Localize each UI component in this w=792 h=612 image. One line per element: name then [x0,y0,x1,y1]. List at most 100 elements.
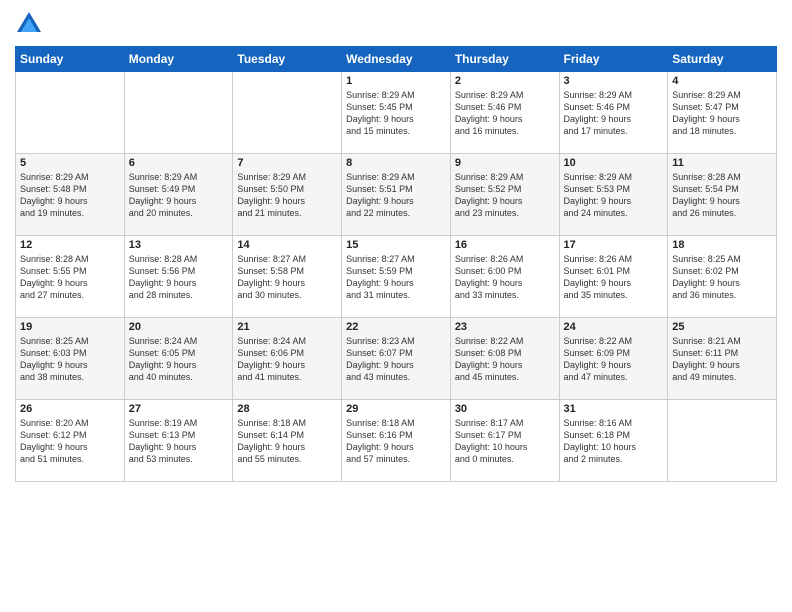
calendar-cell: 12 Sunrise: 8:28 AM Sunset: 5:55 PM Dayli… [16,236,125,318]
day-number: 17 [564,239,664,251]
day-info: Sunrise: 8:28 AM Sunset: 5:56 PM Dayligh… [129,253,229,302]
day-info: Sunrise: 8:22 AM Sunset: 6:08 PM Dayligh… [455,335,555,384]
day-number: 27 [129,403,229,415]
calendar-table: SundayMondayTuesdayWednesdayThursdayFrid… [15,46,777,482]
day-number: 30 [455,403,555,415]
calendar-cell: 30 Sunrise: 8:17 AM Sunset: 6:17 PM Dayli… [450,400,559,482]
day-info: Sunrise: 8:18 AM Sunset: 6:16 PM Dayligh… [346,417,446,466]
day-info: Sunrise: 8:29 AM Sunset: 5:53 PM Dayligh… [564,171,664,220]
day-info: Sunrise: 8:26 AM Sunset: 6:00 PM Dayligh… [455,253,555,302]
page: SundayMondayTuesdayWednesdayThursdayFrid… [0,0,792,612]
calendar-cell: 9 Sunrise: 8:29 AM Sunset: 5:52 PM Daylig… [450,154,559,236]
day-info: Sunrise: 8:19 AM Sunset: 6:13 PM Dayligh… [129,417,229,466]
day-info: Sunrise: 8:28 AM Sunset: 5:54 PM Dayligh… [672,171,772,220]
calendar-cell: 3Sunrise: 8:29 AM Sunset: 5:46 PM Daylig… [559,72,668,154]
day-number: 26 [20,403,120,415]
day-number: 6 [129,157,229,169]
calendar-cell: 14 Sunrise: 8:27 AM Sunset: 5:58 PM Dayli… [233,236,342,318]
day-number: 2 [455,75,555,87]
calendar-cell: 29 Sunrise: 8:18 AM Sunset: 6:16 PM Dayli… [342,400,451,482]
day-number: 31 [564,403,664,415]
logo [15,10,47,38]
calendar-cell: 5 Sunrise: 8:29 AM Sunset: 5:48 PM Daylig… [16,154,125,236]
calendar-cell: 24 Sunrise: 8:22 AM Sunset: 6:09 PM Dayli… [559,318,668,400]
day-number: 4 [672,75,772,87]
day-number: 18 [672,239,772,251]
calendar-cell: 11 Sunrise: 8:28 AM Sunset: 5:54 PM Dayli… [668,154,777,236]
header [15,10,777,38]
day-info: Sunrise: 8:21 AM Sunset: 6:11 PM Dayligh… [672,335,772,384]
day-number: 12 [20,239,120,251]
calendar-week-3: 12 Sunrise: 8:28 AM Sunset: 5:55 PM Dayli… [16,236,777,318]
day-number: 10 [564,157,664,169]
day-info: Sunrise: 8:25 AM Sunset: 6:03 PM Dayligh… [20,335,120,384]
day-number: 20 [129,321,229,333]
day-number: 7 [237,157,337,169]
calendar-cell: 26 Sunrise: 8:20 AM Sunset: 6:12 PM Dayli… [16,400,125,482]
weekday-header-thursday: Thursday [450,47,559,72]
calendar-week-5: 26 Sunrise: 8:20 AM Sunset: 6:12 PM Dayli… [16,400,777,482]
calendar-week-2: 5 Sunrise: 8:29 AM Sunset: 5:48 PM Daylig… [16,154,777,236]
weekday-header-tuesday: Tuesday [233,47,342,72]
calendar-cell: 19 Sunrise: 8:25 AM Sunset: 6:03 PM Dayli… [16,318,125,400]
day-number: 23 [455,321,555,333]
calendar-cell: 10 Sunrise: 8:29 AM Sunset: 5:53 PM Dayli… [559,154,668,236]
calendar-cell: 23 Sunrise: 8:22 AM Sunset: 6:08 PM Dayli… [450,318,559,400]
weekday-header-friday: Friday [559,47,668,72]
calendar-cell [668,400,777,482]
weekday-header-saturday: Saturday [668,47,777,72]
calendar-cell: 2 Sunrise: 8:29 AM Sunset: 5:46 PM Daylig… [450,72,559,154]
day-info: Sunrise: 8:17 AM Sunset: 6:17 PM Dayligh… [455,417,555,466]
calendar-body: 1Sunrise: 8:29 AM Sunset: 5:45 PM Daylig… [16,72,777,482]
day-info: Sunrise: 8:24 AM Sunset: 6:06 PM Dayligh… [237,335,337,384]
day-number: 11 [672,157,772,169]
calendar-cell [16,72,125,154]
calendar-cell: 4 Sunrise: 8:29 AM Sunset: 5:47 PM Daylig… [668,72,777,154]
day-info: Sunrise: 8:27 AM Sunset: 5:58 PM Dayligh… [237,253,337,302]
day-number: 3 [564,75,664,87]
day-number: 19 [20,321,120,333]
calendar-week-1: 1Sunrise: 8:29 AM Sunset: 5:45 PM Daylig… [16,72,777,154]
day-info: Sunrise: 8:29 AM Sunset: 5:52 PM Dayligh… [455,171,555,220]
day-number: 25 [672,321,772,333]
day-info: Sunrise: 8:16 AM Sunset: 6:18 PM Dayligh… [564,417,664,466]
day-info: Sunrise: 8:29 AM Sunset: 5:45 PM Dayligh… [346,89,446,138]
calendar-cell [233,72,342,154]
day-number: 14 [237,239,337,251]
calendar-cell: 22 Sunrise: 8:23 AM Sunset: 6:07 PM Dayli… [342,318,451,400]
day-number: 9 [455,157,555,169]
day-number: 21 [237,321,337,333]
day-info: Sunrise: 8:22 AM Sunset: 6:09 PM Dayligh… [564,335,664,384]
calendar-cell [124,72,233,154]
day-number: 16 [455,239,555,251]
day-info: Sunrise: 8:18 AM Sunset: 6:14 PM Dayligh… [237,417,337,466]
day-info: Sunrise: 8:28 AM Sunset: 5:55 PM Dayligh… [20,253,120,302]
day-info: Sunrise: 8:29 AM Sunset: 5:48 PM Dayligh… [20,171,120,220]
day-number: 24 [564,321,664,333]
calendar-cell: 20 Sunrise: 8:24 AM Sunset: 6:05 PM Dayli… [124,318,233,400]
calendar-cell: 27 Sunrise: 8:19 AM Sunset: 6:13 PM Dayli… [124,400,233,482]
day-info: Sunrise: 8:26 AM Sunset: 6:01 PM Dayligh… [564,253,664,302]
day-number: 22 [346,321,446,333]
weekday-header-monday: Monday [124,47,233,72]
day-info: Sunrise: 8:24 AM Sunset: 6:05 PM Dayligh… [129,335,229,384]
day-info: Sunrise: 8:29 AM Sunset: 5:46 PM Dayligh… [455,89,555,138]
day-number: 5 [20,157,120,169]
calendar-cell: 13Sunrise: 8:28 AM Sunset: 5:56 PM Dayli… [124,236,233,318]
day-info: Sunrise: 8:29 AM Sunset: 5:47 PM Dayligh… [672,89,772,138]
logo-icon [15,10,43,38]
calendar-cell: 25 Sunrise: 8:21 AM Sunset: 6:11 PM Dayli… [668,318,777,400]
calendar-header: SundayMondayTuesdayWednesdayThursdayFrid… [16,47,777,72]
calendar-cell: 31 Sunrise: 8:16 AM Sunset: 6:18 PM Dayli… [559,400,668,482]
weekday-row: SundayMondayTuesdayWednesdayThursdayFrid… [16,47,777,72]
weekday-header-wednesday: Wednesday [342,47,451,72]
calendar-cell: 8 Sunrise: 8:29 AM Sunset: 5:51 PM Daylig… [342,154,451,236]
day-info: Sunrise: 8:29 AM Sunset: 5:51 PM Dayligh… [346,171,446,220]
calendar-cell: 6Sunrise: 8:29 AM Sunset: 5:49 PM Daylig… [124,154,233,236]
day-info: Sunrise: 8:23 AM Sunset: 6:07 PM Dayligh… [346,335,446,384]
day-info: Sunrise: 8:25 AM Sunset: 6:02 PM Dayligh… [672,253,772,302]
calendar-cell: 17 Sunrise: 8:26 AM Sunset: 6:01 PM Dayli… [559,236,668,318]
day-number: 29 [346,403,446,415]
day-info: Sunrise: 8:20 AM Sunset: 6:12 PM Dayligh… [20,417,120,466]
day-number: 8 [346,157,446,169]
